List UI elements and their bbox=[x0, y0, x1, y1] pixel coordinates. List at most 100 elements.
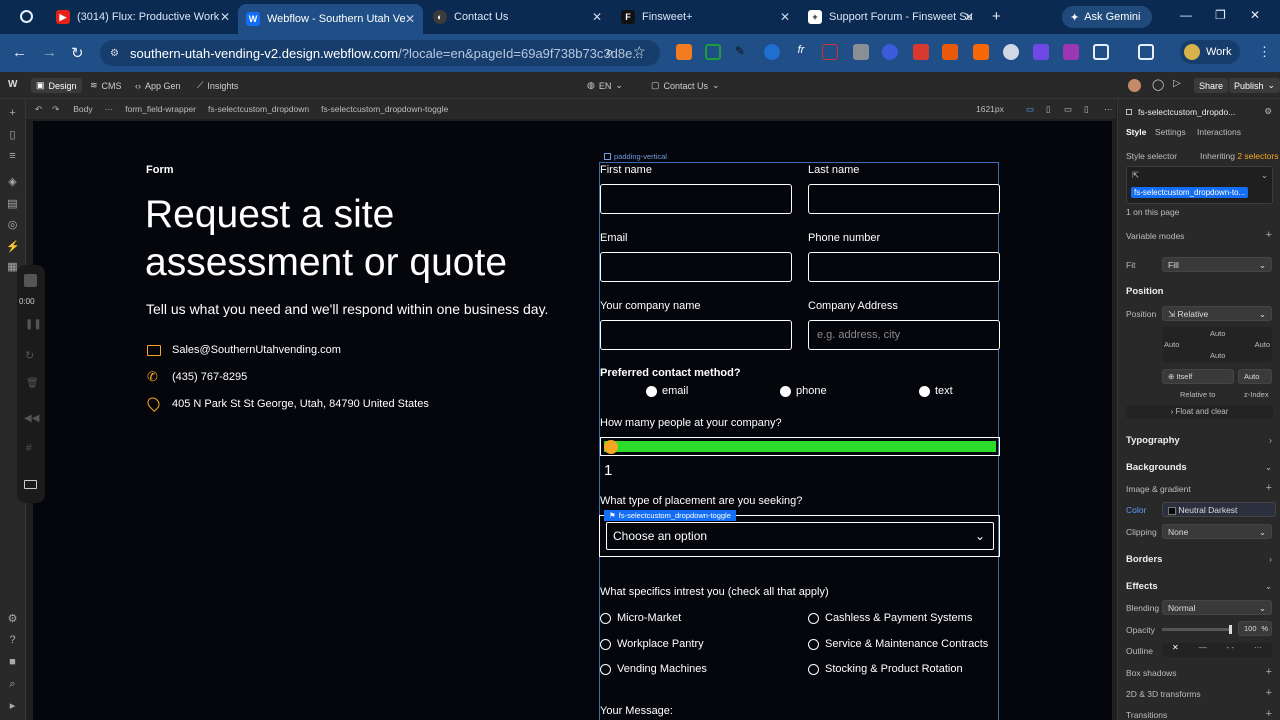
trash-icon[interactable]: 🗑 bbox=[26, 378, 39, 389]
extension-icon[interactable] bbox=[882, 44, 898, 60]
extension-icon[interactable] bbox=[1063, 44, 1079, 60]
extension-icon[interactable] bbox=[942, 44, 958, 60]
publish-button[interactable]: Publish ⌄ bbox=[1229, 78, 1280, 93]
tab-finsweet[interactable]: F Finsweet+ ✕ bbox=[613, 4, 798, 30]
tab-style[interactable]: Style bbox=[1126, 127, 1146, 137]
chevron-down-icon[interactable]: ⌄ bbox=[1265, 581, 1272, 592]
webflow-logo-icon[interactable]: W bbox=[8, 79, 17, 90]
extension-icon[interactable] bbox=[1033, 44, 1049, 60]
more-icon[interactable]: ⋯ bbox=[1104, 104, 1113, 115]
chevron-right-icon[interactable]: › bbox=[1269, 435, 1272, 445]
audit-icon[interactable]: ■ bbox=[6, 656, 19, 669]
tab-webflow[interactable]: W Webflow - Southern Utah Ve ✕ bbox=[238, 4, 423, 34]
comment-icon[interactable]: ◯ bbox=[1152, 78, 1164, 91]
breadcrumb-item[interactable]: ··· bbox=[105, 104, 114, 114]
effects-section-heading[interactable]: Effects bbox=[1126, 581, 1158, 592]
chevron-down-icon[interactable]: ⌄ bbox=[1265, 462, 1272, 473]
selector-box[interactable]: ⇱ ⌄ fs-selectcustom_dropdown-to... bbox=[1126, 166, 1273, 204]
email-input[interactable] bbox=[600, 252, 792, 282]
settings-icon[interactable]: ⚙ bbox=[6, 613, 19, 626]
url-bar[interactable]: ⚙ southern-utah-vending-v2.design.webflo… bbox=[100, 40, 660, 66]
design-mode-button[interactable]: ▣ Design bbox=[31, 78, 82, 93]
ask-gemini-button[interactable]: ✦ Ask Gemini bbox=[1062, 6, 1152, 28]
record-icon[interactable] bbox=[20, 10, 33, 23]
add-icon[interactable]: + bbox=[1266, 666, 1272, 678]
site-info-icon[interactable]: ⚙ bbox=[110, 48, 119, 59]
variables-icon[interactable]: ▤ bbox=[6, 198, 19, 211]
close-icon[interactable]: ✕ bbox=[220, 10, 230, 24]
pages-icon[interactable]: ▯ bbox=[6, 129, 19, 142]
first-name-input[interactable] bbox=[600, 184, 792, 214]
profile-button[interactable]: Work bbox=[1180, 40, 1240, 64]
breadcrumb-item[interactable]: fs-selectcustom_dropdown bbox=[208, 104, 309, 114]
close-icon[interactable]: ✕ bbox=[964, 10, 974, 24]
avatar[interactable] bbox=[1128, 79, 1141, 92]
add-icon[interactable]: + bbox=[1266, 229, 1272, 241]
reload-icon[interactable]: ↻ bbox=[71, 44, 84, 62]
breadcrumb-item[interactable]: Body bbox=[73, 104, 92, 114]
sidepanel-icon[interactable] bbox=[1138, 44, 1154, 60]
pause-icon[interactable]: ❚❚ bbox=[25, 319, 42, 330]
color-select[interactable]: Neutral Darkest bbox=[1162, 502, 1276, 517]
people-range-slider[interactable] bbox=[600, 437, 1000, 456]
forward-icon[interactable]: → bbox=[42, 44, 57, 61]
add-icon[interactable]: + bbox=[1266, 482, 1272, 494]
checkbox-cashless[interactable] bbox=[808, 613, 819, 624]
tab-support-forum[interactable]: + Support Forum - Finsweet Su ✕ bbox=[800, 4, 982, 30]
last-name-input[interactable] bbox=[808, 184, 1000, 214]
contact-email[interactable]: Sales@SouthernUtahvending.com bbox=[172, 344, 341, 356]
close-icon[interactable]: ✕ bbox=[780, 10, 790, 24]
assets-icon[interactable]: ⚡ bbox=[6, 241, 20, 254]
offset-bottom[interactable]: Auto bbox=[1210, 351, 1225, 360]
breakpoint-landscape-icon[interactable]: ▭ bbox=[1064, 104, 1072, 115]
clipping-select[interactable]: None ⌄ bbox=[1162, 524, 1272, 539]
company-name-input[interactable] bbox=[600, 320, 792, 350]
menu-kebab-icon[interactable]: ⋮ bbox=[1258, 44, 1271, 60]
eyedropper-icon[interactable]: ✎ bbox=[735, 44, 751, 60]
components-icon[interactable]: ◈ bbox=[6, 176, 19, 189]
add-icon[interactable]: + bbox=[1266, 687, 1272, 699]
close-window-icon[interactable]: ✕ bbox=[1250, 8, 1260, 22]
extension-icon[interactable] bbox=[973, 44, 989, 60]
help-icon[interactable]: ? bbox=[6, 634, 19, 647]
design-canvas[interactable]: Form Request a site assessment or quote … bbox=[33, 121, 1112, 720]
cms-button[interactable]: ≋ CMS bbox=[85, 78, 127, 93]
preview-play-icon[interactable]: ▷ bbox=[1173, 78, 1181, 89]
slider-thumb[interactable] bbox=[1229, 625, 1232, 634]
extension-icon[interactable] bbox=[822, 44, 838, 60]
offset-right[interactable]: Auto bbox=[1255, 340, 1270, 349]
add-icon[interactable]: + bbox=[6, 107, 19, 120]
restart-icon[interactable]: ↻ bbox=[25, 349, 34, 362]
offset-left[interactable]: Auto bbox=[1164, 340, 1179, 349]
typography-section-heading[interactable]: Typography bbox=[1126, 435, 1180, 446]
borders-section-heading[interactable]: Borders bbox=[1126, 554, 1162, 565]
extension-icon[interactable] bbox=[1003, 44, 1019, 60]
element-settings-icon[interactable]: ⚙ bbox=[1264, 106, 1272, 117]
styles-icon[interactable]: ◎ bbox=[6, 219, 19, 232]
position-select[interactable]: ⇲ Relative ⌄ bbox=[1162, 306, 1272, 321]
breakpoint-tablet-icon[interactable]: ▯ bbox=[1046, 104, 1051, 115]
outline-dashed-icon[interactable]: - - bbox=[1227, 643, 1235, 657]
breadcrumb-item[interactable]: form_field-wrapper bbox=[125, 104, 196, 114]
selector-chip[interactable]: fs-selectcustom_dropdown-to... bbox=[1131, 187, 1249, 198]
fit-select[interactable]: Fill ⌄ bbox=[1162, 257, 1272, 272]
checkbox-vending-machines[interactable] bbox=[600, 664, 611, 675]
relative-to-select[interactable]: ⊕ Itself bbox=[1162, 369, 1234, 384]
insights-button[interactable]: ⟋ Insights bbox=[192, 78, 243, 93]
rewind-icon[interactable]: ◀◀ bbox=[24, 413, 39, 424]
back-icon[interactable]: ← bbox=[12, 44, 27, 61]
stop-icon[interactable] bbox=[24, 274, 37, 287]
outline-none-icon[interactable]: ✕ bbox=[1172, 643, 1179, 657]
page-dropdown[interactable]: ▢ Contact Us ⌄ bbox=[646, 78, 725, 93]
video-icon[interactable]: ▸ bbox=[6, 700, 19, 713]
extension-icon[interactable] bbox=[676, 44, 692, 60]
offset-top[interactable]: Auto bbox=[1210, 329, 1225, 338]
radio-email[interactable] bbox=[646, 386, 657, 397]
extension-icon[interactable]: fr bbox=[793, 44, 809, 60]
checkbox-service-maintenance[interactable] bbox=[808, 639, 819, 650]
contact-phone[interactable]: (435) 767-8295 bbox=[172, 371, 247, 383]
share-button[interactable]: Share bbox=[1194, 78, 1229, 93]
navigator-icon[interactable]: ≡ bbox=[6, 150, 19, 163]
company-address-input[interactable]: e.g. address, city bbox=[808, 320, 1000, 350]
placement-dropdown-toggle[interactable]: Choose an option ⌄ bbox=[606, 522, 994, 550]
